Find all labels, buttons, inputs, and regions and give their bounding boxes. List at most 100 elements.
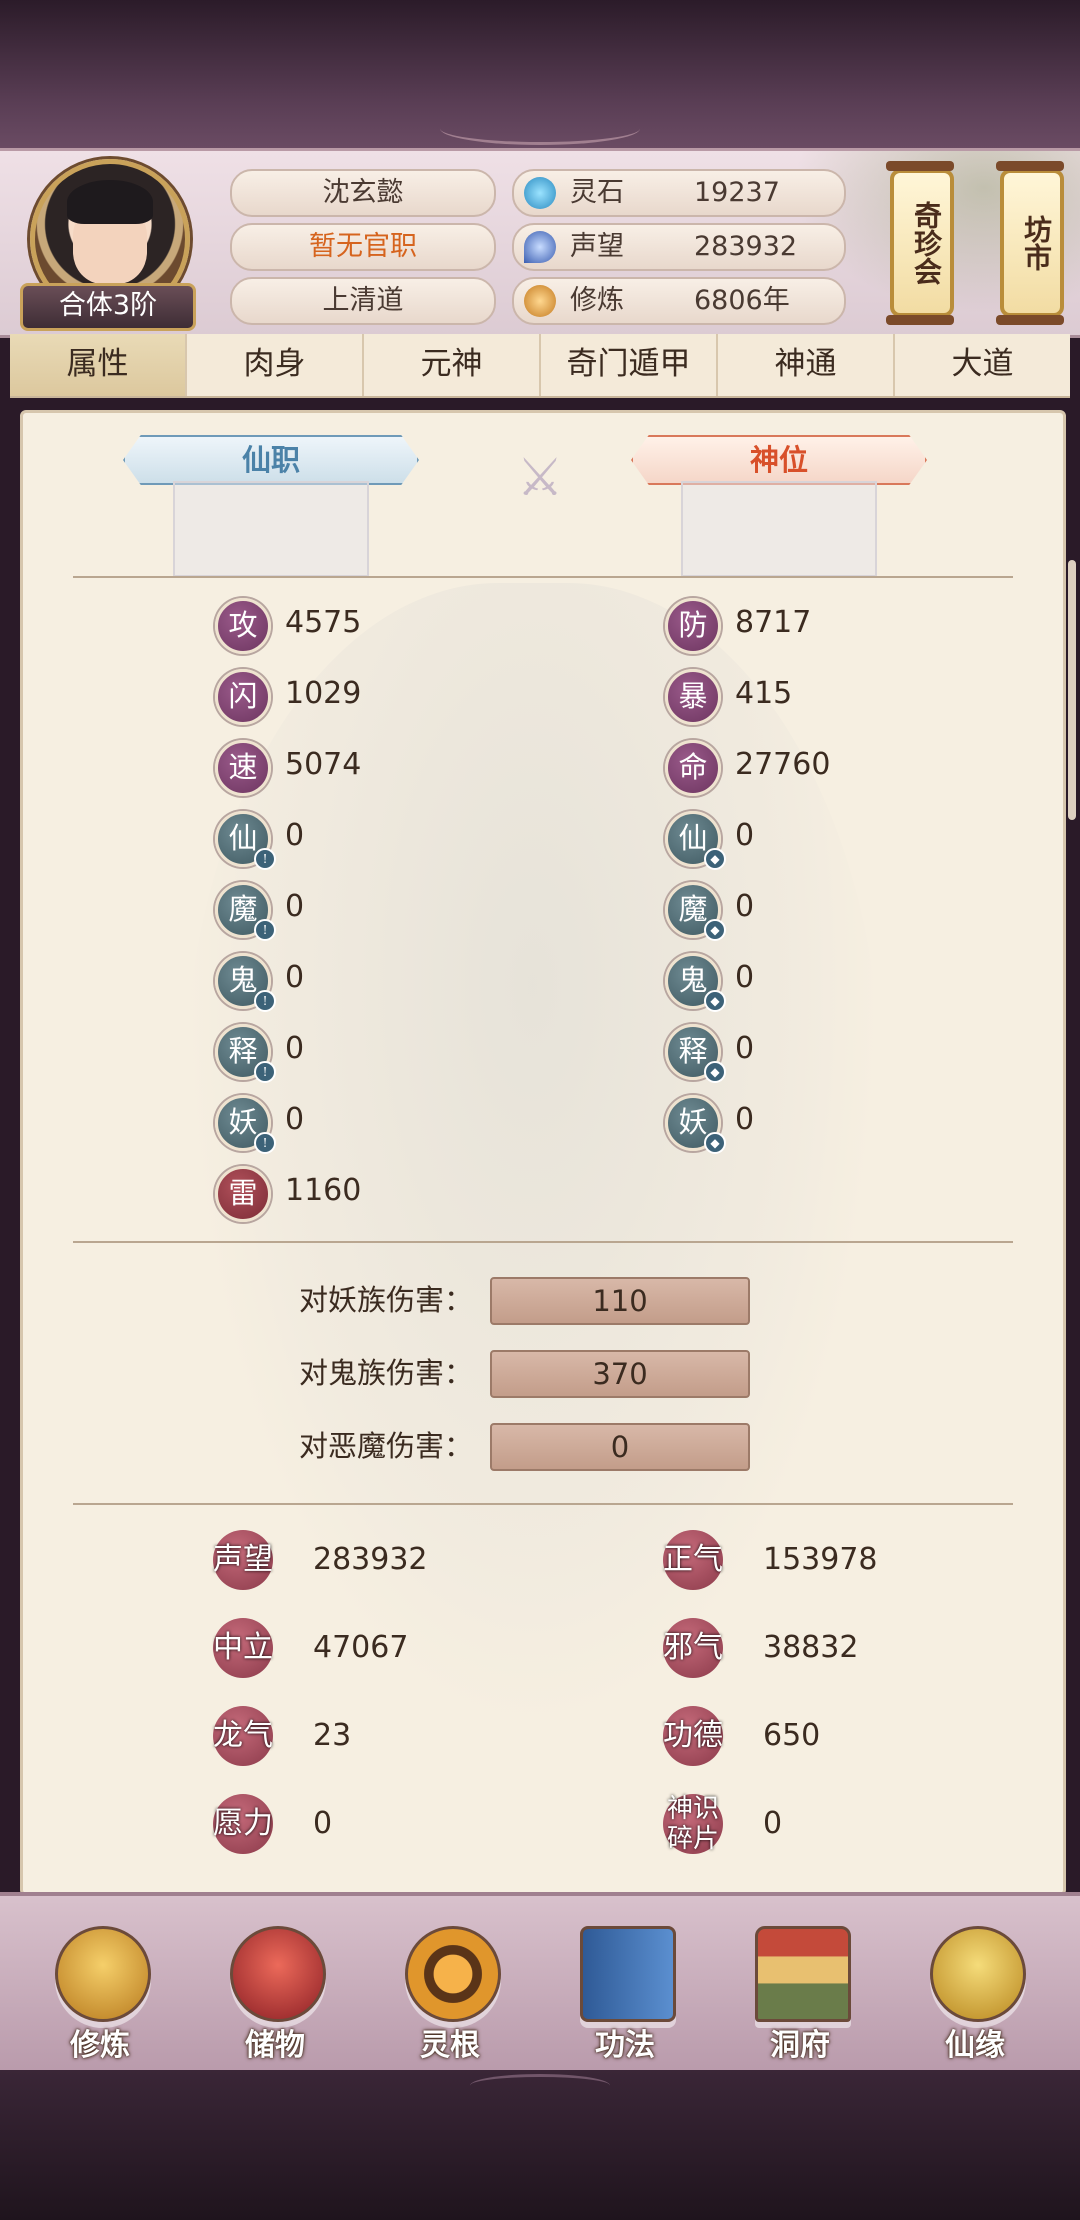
bottom-ornament — [470, 2074, 610, 2097]
resource-label: 灵石 — [570, 177, 624, 208]
spirit-stone-resource: 灵石 19237 — [512, 169, 846, 217]
damage-value: 110 — [490, 1277, 750, 1325]
stat-badge: 防 — [665, 598, 721, 654]
stat-badge: 魔 ◆ — [665, 882, 726, 941]
attack-marker-icon: ! — [254, 1132, 276, 1154]
market-button[interactable]: 坊市 — [996, 161, 1064, 325]
cultivation-icon — [524, 285, 556, 317]
nav-storage[interactable]: 储物 — [200, 1916, 350, 2066]
divider — [73, 1503, 1013, 1505]
stat-value: 5074 — [285, 747, 362, 782]
stat-value: 415 — [735, 676, 793, 711]
immortal-post-slot[interactable]: 仙职 — [123, 435, 419, 577]
damage-value: 0 — [490, 1423, 750, 1471]
tab-body[interactable]: 肉身 — [187, 334, 364, 396]
cultivate-icon — [55, 1926, 151, 2022]
treasure-fair-button[interactable]: 奇珍会 — [886, 161, 954, 325]
damage-value: 370 — [490, 1350, 750, 1398]
extra-badge: 功德 — [663, 1706, 723, 1766]
stat-badge: 妖 ◆ — [665, 1095, 726, 1154]
nav-spirit-root[interactable]: 灵根 — [375, 1916, 525, 2066]
crossed-swords-icon: ⚔ — [516, 448, 564, 508]
tab-qimen[interactable]: 奇门遁甲 — [541, 334, 718, 396]
shield-marker-icon: ◆ — [704, 990, 726, 1012]
stat-badge: 仙! — [215, 811, 276, 870]
tab-dao[interactable]: 大道 — [895, 334, 1070, 396]
attack-marker-icon: ! — [254, 848, 276, 870]
stat-value: 8717 — [735, 605, 812, 640]
tab-soul[interactable]: 元神 — [364, 334, 541, 396]
resource-value: 19237 — [694, 177, 780, 208]
stat-value: 27760 — [735, 747, 831, 782]
extra-value: 650 — [763, 1718, 821, 1753]
cave-dwelling-icon — [755, 1926, 851, 2022]
player-header: 合体3阶 沈玄懿 暂无官职 上清道 灵石 19237 声望 283932 修炼 … — [0, 148, 1080, 338]
nav-label: 灵根 — [420, 2028, 480, 2063]
extra-value: 47067 — [313, 1630, 409, 1665]
stat-badge: 魔! — [215, 882, 276, 941]
nav-immortal-fate[interactable]: 仙缘 — [900, 1916, 1050, 2066]
stat-badge: 妖! — [215, 1095, 276, 1154]
stat-badge: 闪 — [215, 669, 271, 725]
resource-label: 声望 — [570, 231, 624, 262]
divine-rank-slot[interactable]: 神位 — [631, 435, 927, 577]
tab-attributes[interactable]: 属性 — [10, 334, 187, 396]
attack-marker-icon: ! — [254, 1061, 276, 1083]
stat-value: 0 — [285, 1031, 305, 1066]
stat-badge: 速 — [215, 740, 271, 796]
tab-abilities[interactable]: 神通 — [718, 334, 895, 396]
stat-badge: 仙 ◆ — [665, 811, 726, 870]
stat-value: 0 — [735, 889, 755, 924]
stat-value: 4575 — [285, 605, 362, 640]
attack-marker-icon: ! — [254, 919, 276, 941]
nav-label: 修炼 — [70, 2028, 130, 2063]
scrollbar[interactable] — [1068, 560, 1076, 820]
bottom-nav: 修炼 储物 灵根 功法 洞府 仙缘 — [0, 1892, 1080, 2074]
extra-badge: 龙气 — [213, 1706, 273, 1766]
damage-label: 对妖族伤害： — [298, 1283, 473, 1317]
stat-badge: 攻 — [215, 598, 271, 654]
reputation-resource: 声望 283932 — [512, 223, 846, 271]
avatar-hair — [67, 180, 153, 224]
extra-value: 0 — [763, 1806, 783, 1841]
extra-value: 23 — [313, 1718, 352, 1753]
shield-marker-icon: ◆ — [704, 1132, 726, 1154]
damage-label: 对鬼族伤害： — [298, 1356, 473, 1390]
divider — [73, 576, 1013, 578]
top-ornament — [440, 112, 640, 145]
nav-cultivate[interactable]: 修炼 — [25, 1916, 175, 2066]
extra-value: 38832 — [763, 1630, 859, 1665]
immortal-post-label: 仙职 — [123, 435, 419, 485]
divine-rank-frame — [681, 481, 877, 577]
attack-marker-icon: ! — [254, 990, 276, 1012]
extra-badge: 声望 — [213, 1530, 273, 1590]
nav-technique[interactable]: 功法 — [550, 1916, 700, 2066]
resource-value: 6806年 — [694, 285, 790, 316]
damage-vs-ghost: 对鬼族伤害： 370 — [263, 1348, 763, 1398]
extra-badge: 邪气 — [663, 1618, 723, 1678]
damage-vs-monster: 对妖族伤害： 110 — [263, 1275, 763, 1325]
realm-badge: 合体3阶 — [20, 283, 196, 331]
stat-badge: 鬼 ◆ — [665, 953, 726, 1012]
shield-marker-icon: ◆ — [704, 1061, 726, 1083]
stat-value: 1029 — [285, 676, 362, 711]
storage-bag-icon — [230, 1926, 326, 2022]
shield-marker-icon: ◆ — [704, 919, 726, 941]
stat-badge: 暴 — [665, 669, 721, 725]
spirit-root-icon — [405, 1926, 501, 2022]
divine-rank-label: 神位 — [631, 435, 927, 485]
extra-badge: 中立 — [213, 1618, 273, 1678]
reputation-icon — [524, 231, 556, 263]
damage-vs-demon: 对恶魔伤害： 0 — [263, 1421, 763, 1471]
resource-label: 修炼 — [570, 285, 624, 316]
damage-label: 对恶魔伤害： — [298, 1429, 473, 1463]
stat-value: 0 — [285, 960, 305, 995]
stat-value: 1160 — [285, 1173, 362, 1208]
player-name: 沈玄懿 — [230, 169, 496, 217]
immortal-fate-icon — [930, 1926, 1026, 2022]
extra-badge: 神识碎片 — [663, 1794, 723, 1854]
nav-cave-dwelling[interactable]: 洞府 — [725, 1916, 875, 2066]
stat-value: 0 — [735, 1102, 755, 1137]
stat-badge: 命 — [665, 740, 721, 796]
cultivation-resource: 修炼 6806年 — [512, 277, 846, 325]
